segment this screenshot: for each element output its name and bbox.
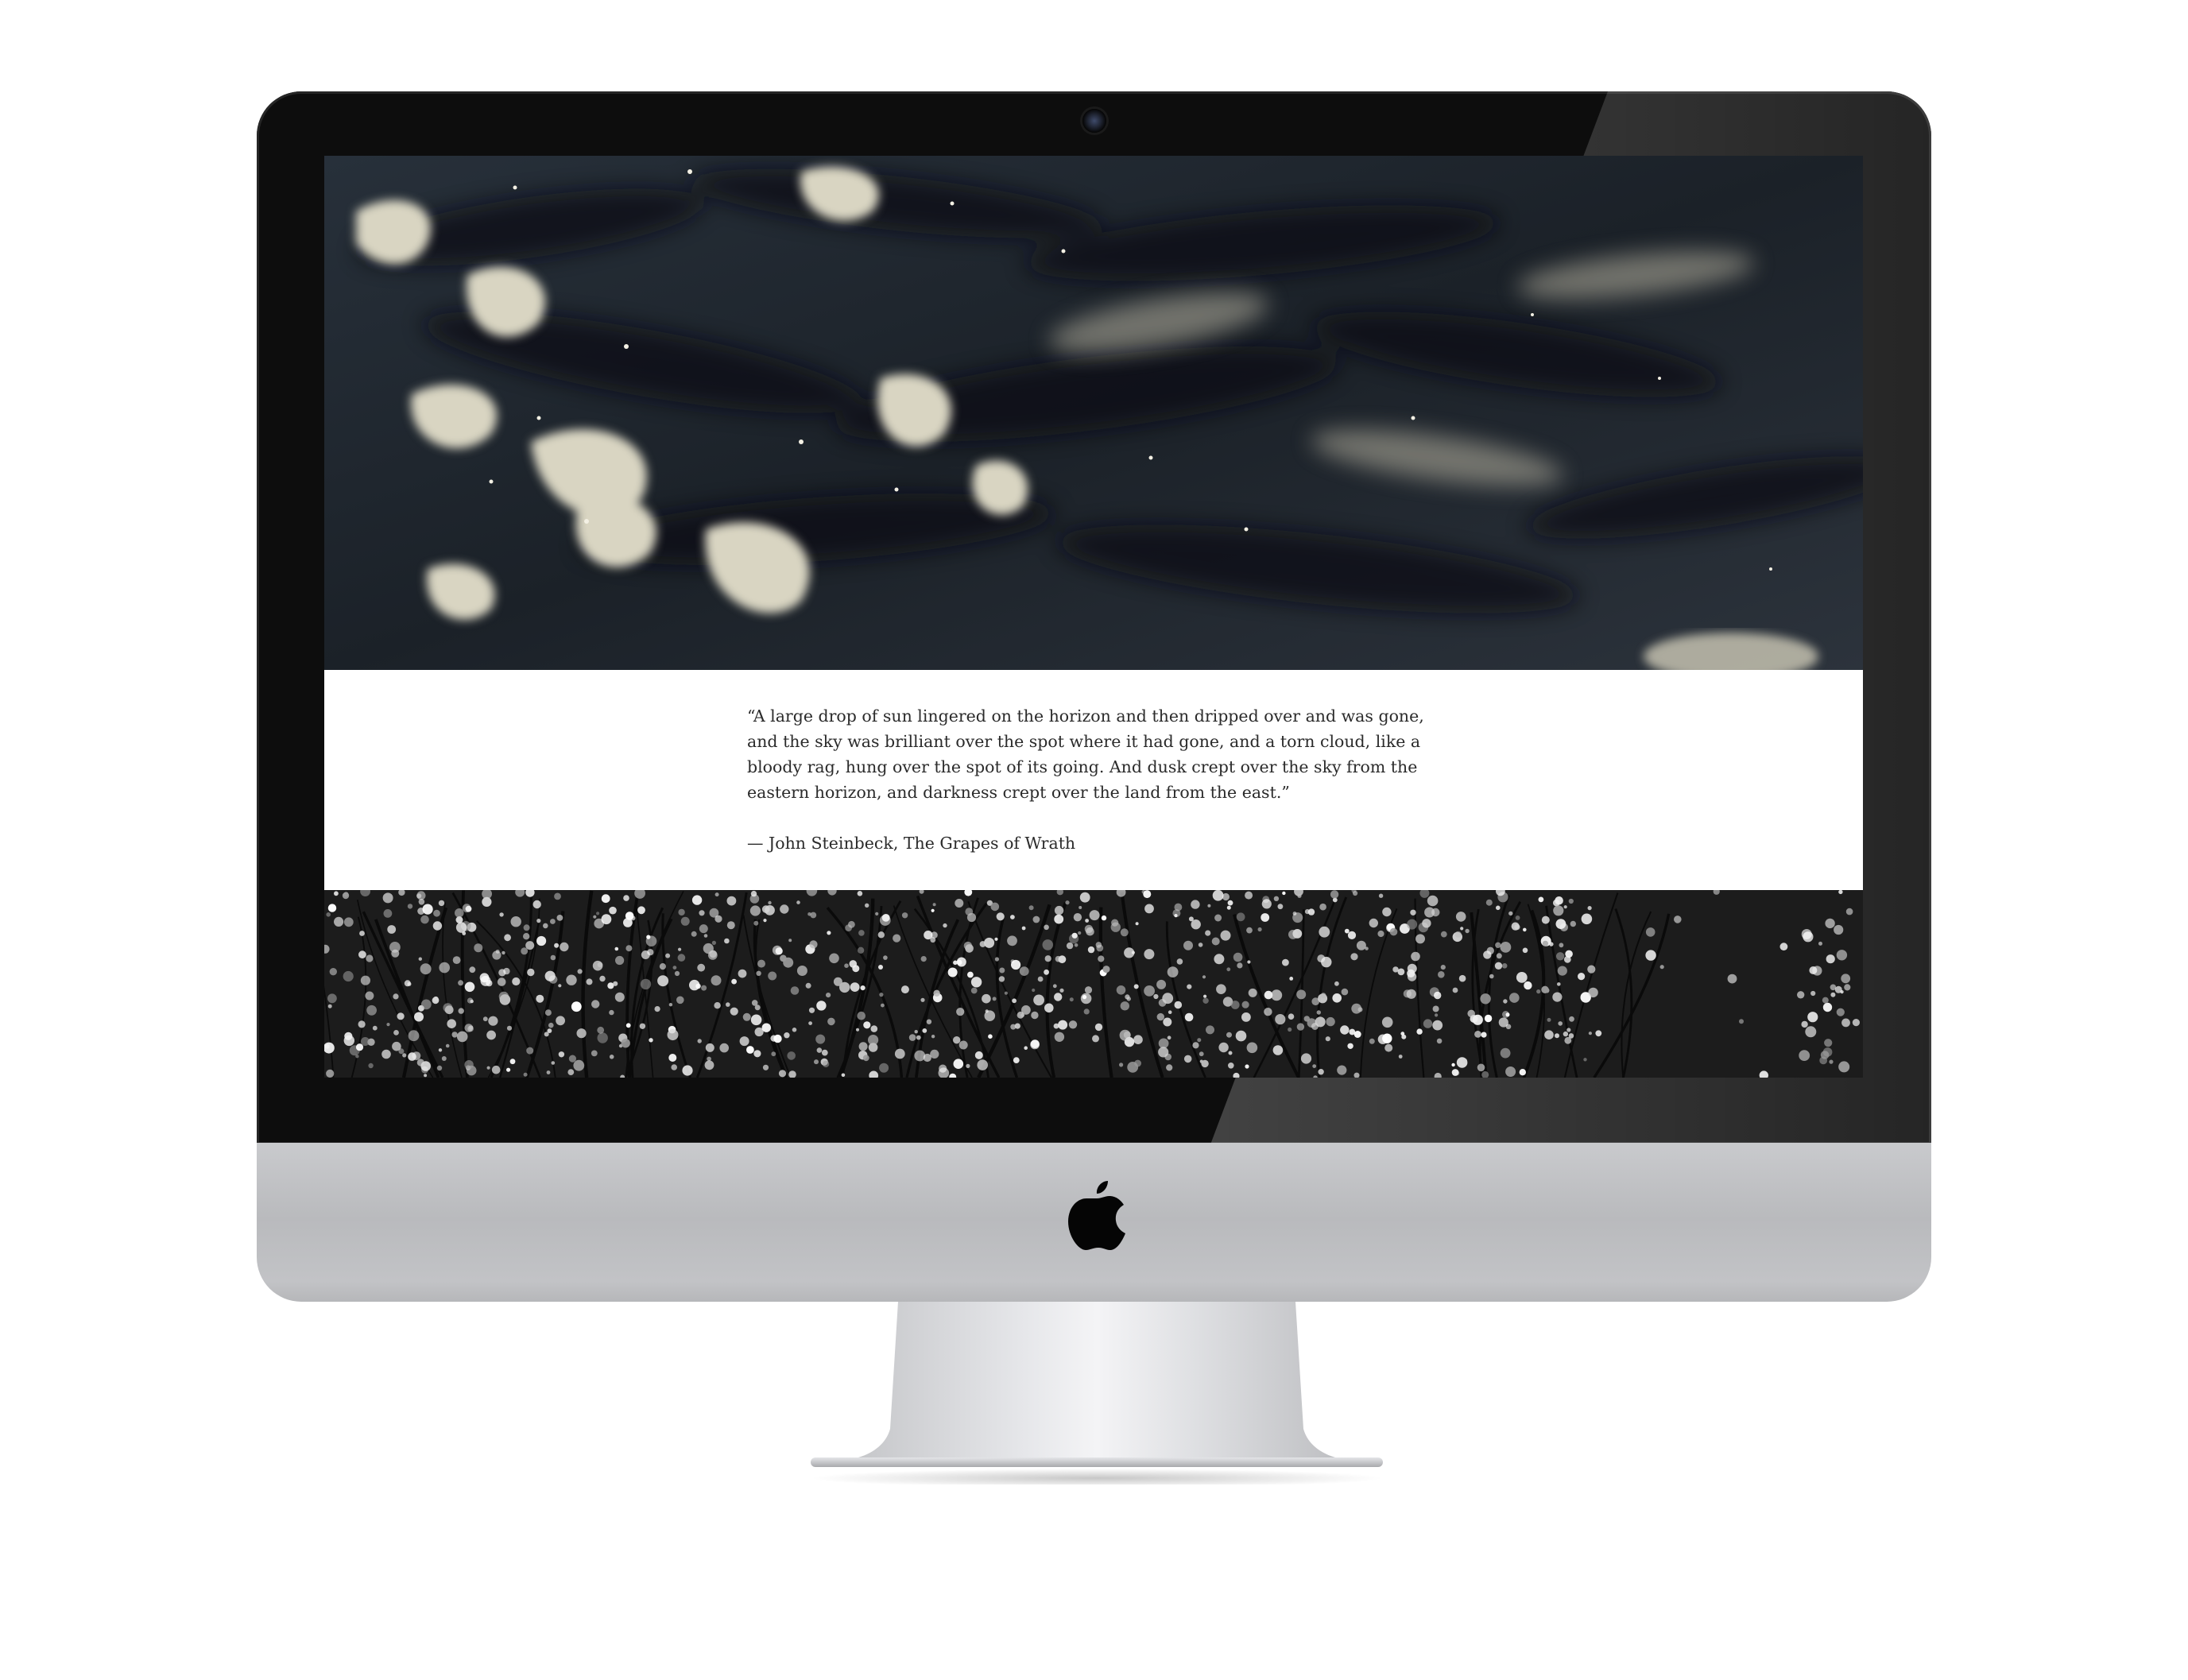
mockup-stage: “A large drop of sun lingered on the hor… (0, 0, 2188, 1680)
quote-attribution: — John Steinbeck, The Grapes of Wrath (747, 834, 1076, 853)
monitor-stand (811, 1302, 1383, 1485)
quote-text: “A large drop of sun lingered on the hor… (747, 706, 1424, 802)
quote-block: “A large drop of sun lingered on the hor… (747, 703, 1446, 856)
quote-section: “A large drop of sun lingered on the hor… (324, 670, 1863, 890)
camera-icon (1082, 109, 1106, 133)
website-screen: “A large drop of sun lingered on the hor… (324, 156, 1863, 1078)
apple-logo-icon (1068, 1181, 1125, 1250)
footer-blossom-image (324, 890, 1863, 1078)
hero-water-image (324, 156, 1863, 670)
